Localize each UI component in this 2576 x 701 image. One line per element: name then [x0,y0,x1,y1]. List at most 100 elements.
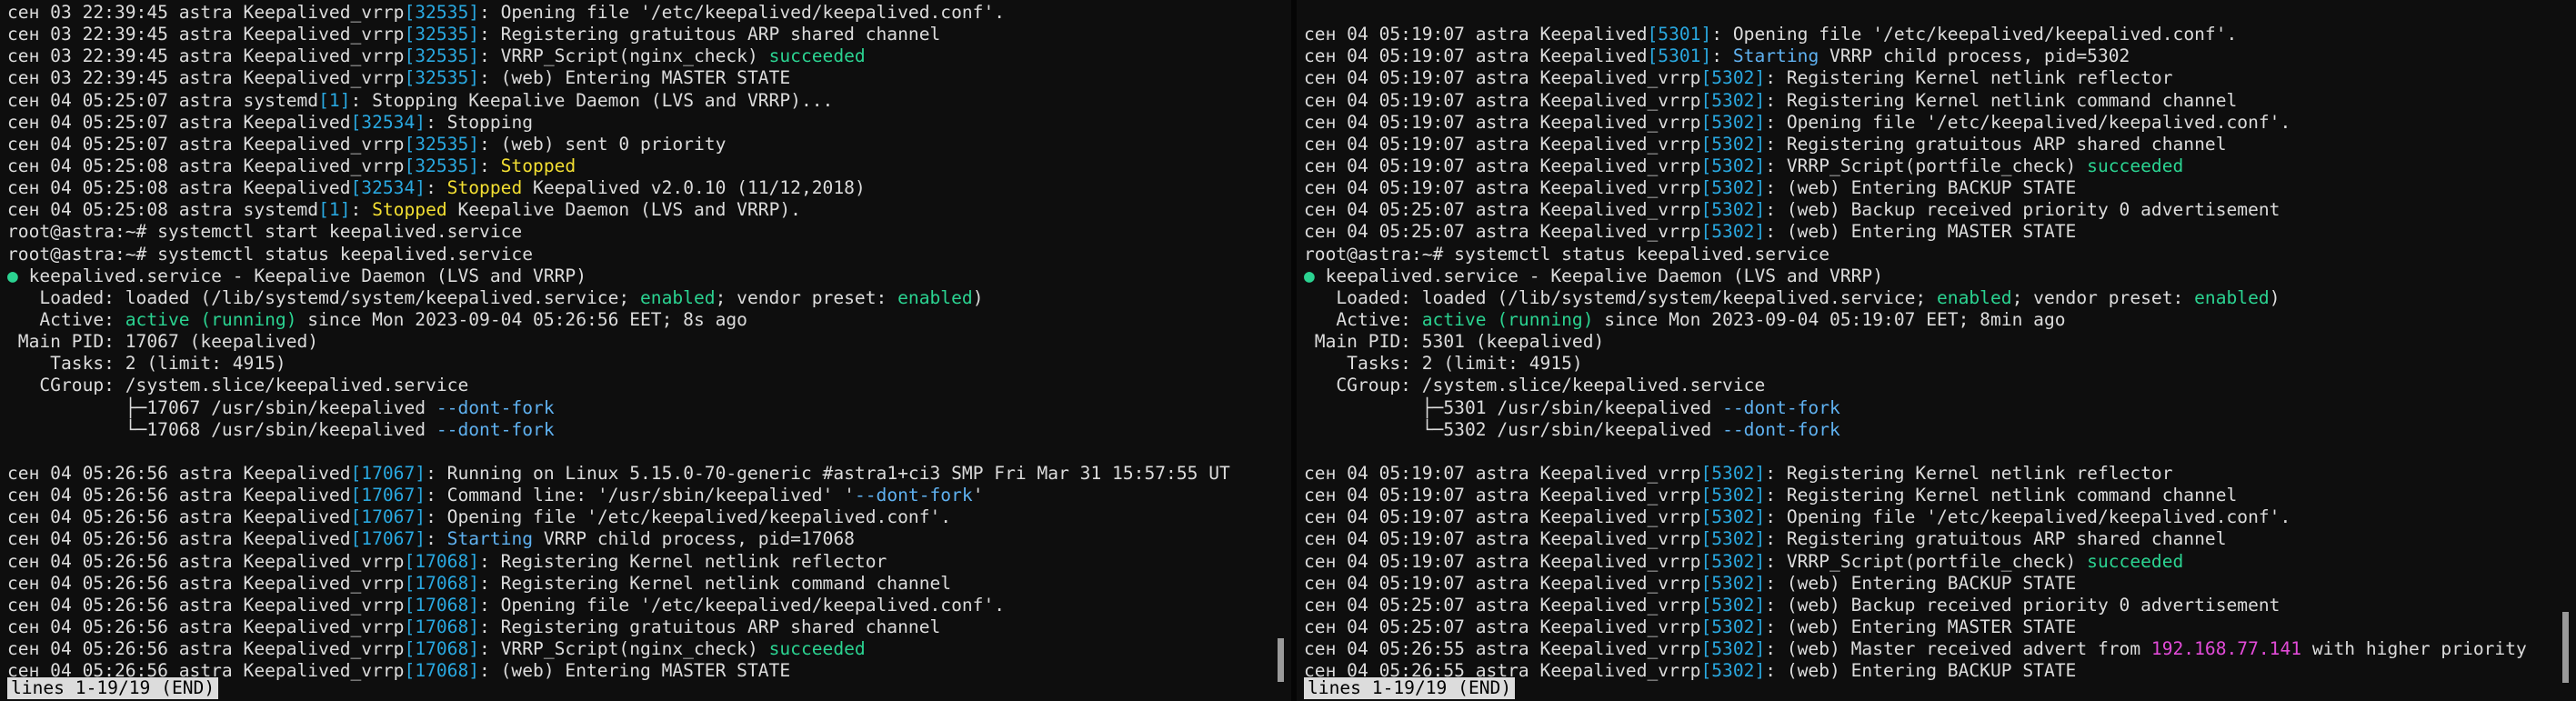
terminal-line: CGroup: /system.slice/keepalived.service [7,375,1230,396]
terminal-text: : Opening file '/etc/keepalived/keepaliv… [1711,24,2238,45]
terminal-text: : (web) Backup received priority 0 adver… [1765,594,2280,616]
terminal-line: сен 04 05:19:07 astra Keepalived_vrrp[53… [1304,463,2527,485]
terminal-text: сен 04 05:25:07 astra Keepalived_vrrp [1304,221,1701,243]
terminal-text: [5302] [1700,462,1766,484]
terminal-text: [5302] [1700,594,1766,616]
terminal-text: сен 03 22:39:45 astra Keepalived_vrrp [7,24,405,45]
terminal-text: ) [972,286,984,308]
terminal-text: [32534] [350,111,426,133]
terminal-text: : (web) Entering BACKUP STATE [1765,660,2077,682]
terminal-text: keepalived.service - Keepalive Daemon (L… [17,265,587,286]
terminal-text: [5302] [1700,111,1766,133]
terminal-text: сен 04 05:26:56 astra Keepalived_vrrp [7,638,405,660]
terminal-text: [5301] [1647,45,1712,67]
terminal-text: : Stopping Keepalive Daemon (LVS and VRR… [350,89,834,111]
terminal-text: [17068] [404,572,480,594]
terminal-text: : [1711,45,1733,67]
terminal-output: сен 03 22:39:45 astra Keepalived_vrrp [32… [7,2,1230,682]
terminal-text: : Opening file '/etc/keepalived/keepaliv… [479,2,1006,23]
terminal-line: └─17068 /usr/sbin/keepalived --dont-fork [7,419,1230,441]
terminal-line: сен 03 22:39:45 astra Keepalived_vrrp[32… [7,67,1230,89]
status-dot-icon: ● [7,265,18,286]
terminal-text: сен 04 05:19:07 astra Keepalived_vrrp [1304,89,1701,111]
terminal-line: сен 04 05:25:07 astra Keepalived_vrrp[32… [7,134,1230,155]
terminal-text: --dont-fork [1722,396,1840,418]
terminal-text: сен 04 05:19:07 astra Keepalived_vrrp [1304,67,1701,89]
terminal-text: сен 04 05:26:56 astra Keepalived_vrrp [7,550,405,572]
terminal-text: succeeded [768,45,866,67]
terminal-text: Active: [7,308,125,330]
terminal-text: Loaded: loaded (/lib/systemd/system/keep… [7,286,640,308]
terminal-line: сен 04 05:19:07 astra Keepalived_vrrp[53… [1304,506,2527,528]
terminal-text: : Registering Kernel netlink command cha… [479,572,952,594]
terminal-text: : VRRP_Script(nginx_check) [479,638,769,660]
terminal-text: [5302] [1700,616,1766,637]
terminal-text: сен 04 05:19:07 astra Keepalived [1304,24,1648,45]
terminal-text: --dont-fork [854,485,973,506]
terminal-text: : Registering Kernel netlink command cha… [1765,485,2238,506]
terminal-text: enabled [2194,286,2270,308]
terminal-line: сен 04 05:25:07 astra Keepalived_vrrp[53… [1304,595,2527,616]
terminal-line: сен 04 05:26:56 astra Keepalived_vrrp[17… [7,595,1230,616]
terminal-text: Stopped [500,155,576,176]
terminal-text: [5302] [1700,550,1766,572]
terminal-text: сен 04 05:25:08 astra Keepalived_vrrp [7,155,405,176]
terminal-text: └─17068 /usr/sbin/keepalived [7,418,436,440]
terminal-text: root@astra:~# systemctl status keepalive… [7,243,534,265]
terminal-text: Starting [1732,45,1819,67]
terminal-text: : Running on Linux 5.15.0-70-generic #as… [426,462,1230,484]
terminal-text: ; vendor preset: [715,286,898,308]
terminal-line: сен 03 22:39:45 astra Keepalived_vrrp[32… [7,24,1230,45]
terminal-text: : (web) Entering MASTER STATE [479,660,791,682]
terminal-text: [5302] [1700,177,1766,199]
terminal-line: сен 04 05:26:56 astra Keepalived_vrrp[17… [7,638,1230,660]
terminal-text: сен 04 05:25:07 astra Keepalived_vrrp [1304,594,1701,616]
terminal-pane-right[interactable]: сен 04 05:19:07 astra Keepalived[5301]: … [1297,0,2576,701]
terminal-text: [32534] [350,177,426,199]
terminal-text: since Mon 2023-09-04 05:26:56 EET; 8s ag… [296,308,747,330]
terminal-text: [17067] [350,485,426,506]
terminal-text: [5302] [1700,155,1766,176]
terminal-text: Main PID: 5301 (keepalived) [1304,331,1605,353]
terminal-text: [32535] [404,155,480,176]
terminal-line: ● keepalived.service - Keepalive Daemon … [1304,265,2527,287]
terminal-line: сен 03 22:39:45 astra Keepalived_vrrp[32… [7,2,1230,24]
terminal-text: CGroup: /system.slice/keepalived.service [7,375,469,396]
terminal-text: : (web) Entering MASTER STATE [1765,616,2077,637]
terminal-text: : (web) Entering MASTER STATE [1765,221,2077,243]
terminal-text: сен 04 05:25:07 astra Keepalived_vrrp [1304,616,1701,637]
terminal-text: [17068] [404,616,480,637]
terminal-line: сен 04 05:25:07 astra Keepalived[32534]:… [7,112,1230,134]
terminal-line: ├─5301 /usr/sbin/keepalived --dont-fork [1304,397,2527,419]
terminal-text: : (web) Entering BACKUP STATE [1765,177,2077,199]
terminal-line: root@astra:~# systemctl start keepalived… [7,221,1230,243]
terminal-text: [17067] [350,506,426,528]
terminal-text: enabled [1937,286,2012,308]
terminal-text: сен 04 05:25:07 astra Keepalived_vrrp [7,133,405,155]
terminal-text: сен 04 05:26:55 astra Keepalived_vrrp [1304,638,1701,660]
terminal-line: сен 04 05:19:07 astra Keepalived_vrrp[53… [1304,155,2527,177]
terminal-line: сен 04 05:19:07 astra Keepalived_vrrp[53… [1304,67,2527,89]
terminal-text: [17068] [404,660,480,682]
terminal-text: [17068] [404,550,480,572]
terminal-text: ├─5301 /usr/sbin/keepalived [1304,396,1723,418]
terminal-text: : [426,528,447,550]
terminal-text: since Mon 2023-09-04 05:19:07 EET; 8min … [1593,308,2066,330]
terminal-text: сен 03 22:39:45 astra Keepalived_vrrp [7,45,405,67]
terminal-text: : VRRP_Script(nginx_check) [479,45,769,67]
terminal-line: сен 04 05:26:56 astra Keepalived[17067]:… [7,463,1230,485]
terminal-line: сен 04 05:19:07 astra Keepalived_vrrp[53… [1304,112,2527,134]
terminal-pane-left[interactable]: сен 03 22:39:45 astra Keepalived_vrrp [32… [0,0,1291,701]
terminal-text: [5302] [1700,67,1766,89]
terminal-text: : (web) Entering BACKUP STATE [1765,572,2077,594]
terminal-text: [17067] [350,528,426,550]
scrollbar-thumb[interactable] [1278,638,1284,682]
terminal-text: сен 04 05:19:07 astra Keepalived_vrrp [1304,485,1701,506]
pager-status-line: lines 1-19/19 (END) [7,677,219,699]
scrollbar-thumb[interactable] [2562,612,2569,683]
terminal-text: --dont-fork [436,418,555,440]
terminal-text: : Registering gratuitous ARP shared chan… [479,24,941,45]
terminal-text: --dont-fork [436,396,555,418]
terminal-text: [17068] [404,638,480,660]
